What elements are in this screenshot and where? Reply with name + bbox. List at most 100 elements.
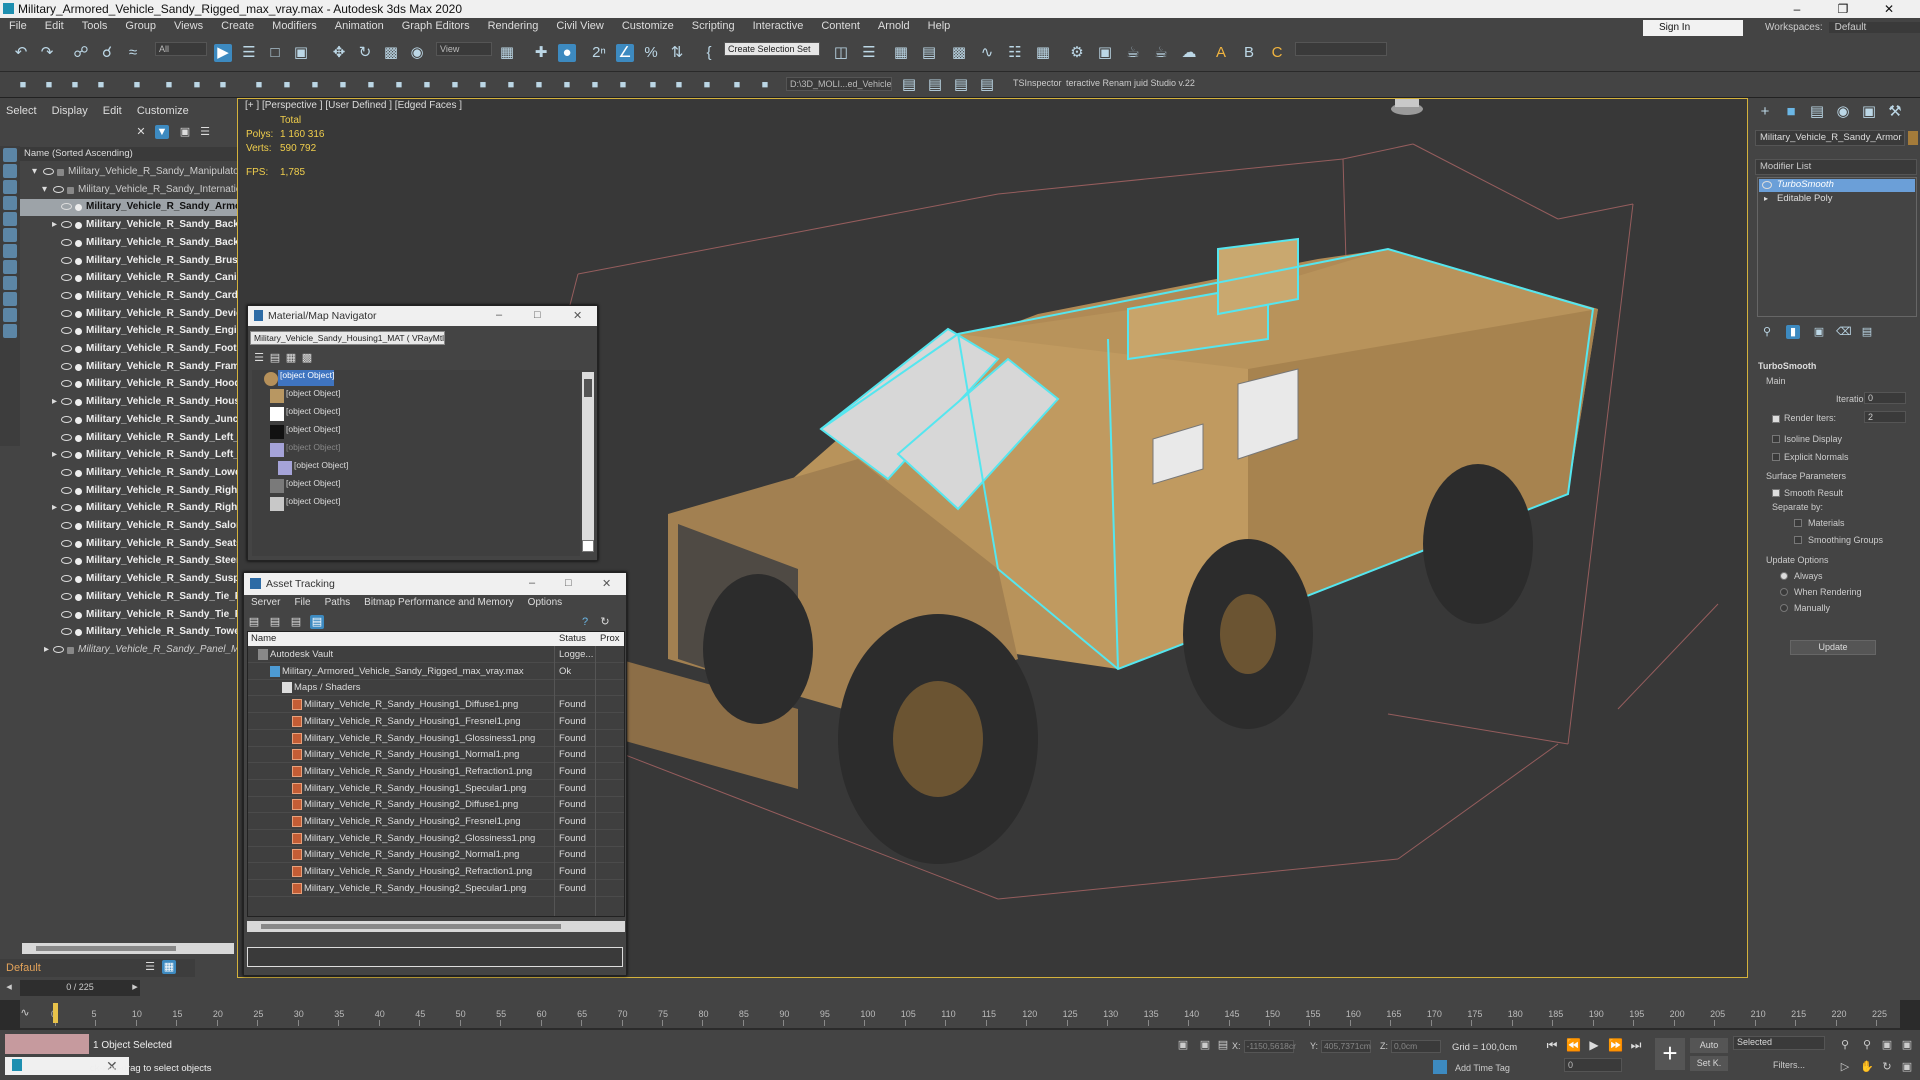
zoom-all-icon[interactable]: ⚲ (1860, 1038, 1874, 1052)
prev-frame-icon[interactable]: ◂ (2, 980, 16, 994)
orbit-icon[interactable]: ↻ (1880, 1060, 1894, 1074)
tool-icon[interactable]: ■ (392, 78, 406, 92)
rendered-frame-window-icon[interactable]: ▣ (1096, 44, 1114, 62)
view-list-icon[interactable]: ☰ (252, 351, 266, 365)
menu-interactive[interactable]: Interactive (744, 18, 813, 32)
layer-explorer-icon[interactable]: ▤ (920, 44, 938, 62)
visibility-eye-icon[interactable] (61, 451, 72, 459)
window-crossing-icon[interactable]: ▣ (292, 44, 310, 62)
scene-tree-item[interactable]: Military_Vehicle_R_Sandy_Suspen (20, 571, 237, 588)
scene-tree-item[interactable]: ▾ Military_Vehicle_R_Sandy_International_… (20, 182, 237, 199)
table-row[interactable]: Military_Armored_Vehicle_Sandy_Rigged_ma… (248, 664, 624, 680)
sign-in-dropdown[interactable]: Sign In (1643, 20, 1743, 36)
zoom-extents-icon[interactable]: ▣ (1880, 1038, 1894, 1052)
menu-content[interactable]: Content (812, 18, 869, 32)
tool-icon[interactable]: ■ (588, 78, 602, 92)
rotate-icon[interactable]: ↻ (356, 44, 374, 62)
tsinspector-button[interactable]: TSInspector (1013, 78, 1062, 88)
scene-tree-item[interactable]: Military_Vehicle_R_Sandy_Devices (20, 306, 237, 323)
tool-icon[interactable]: ■ (476, 78, 490, 92)
collapse-arrow-icon[interactable]: ▾ (42, 184, 47, 195)
scene-tree-item[interactable]: Military_Vehicle_R_Sandy_Right_D (20, 483, 237, 500)
track-bar[interactable]: 0510152025303540455055606570758085909510… (20, 1000, 1900, 1028)
tool-icon[interactable]: ■ (280, 78, 294, 92)
explicit-normals-checkbox[interactable] (1772, 453, 1780, 461)
utilities-tab-icon[interactable]: ⚒ (1886, 103, 1904, 121)
visibility-eye-icon[interactable] (61, 522, 72, 529)
previous-frame-icon[interactable]: ⏪ (1566, 1038, 1581, 1052)
selection-filter-dropdown[interactable]: All (155, 42, 207, 56)
layers-icon[interactable]: ☰ (143, 960, 157, 974)
visibility-eye-icon[interactable] (61, 592, 72, 600)
maximize-viewport-icon[interactable]: ▣ (1900, 1060, 1914, 1074)
material-tree-item[interactable]: [object Object] (286, 406, 340, 422)
visibility-eye-icon[interactable] (61, 433, 72, 441)
menu-create[interactable]: Create (212, 18, 263, 32)
named-selection-dropdown[interactable]: Create Selection Set (724, 42, 820, 56)
minimize-icon[interactable]: – (496, 309, 502, 321)
scrollbar-thumb[interactable] (584, 379, 592, 397)
visibility-eye-icon[interactable] (61, 539, 72, 547)
project-folder-icon[interactable]: ▤ (926, 76, 944, 94)
angle-snap-icon[interactable]: ∠ (616, 44, 634, 62)
tool-icon[interactable]: ■ (616, 78, 630, 92)
scene-tree-item[interactable]: Military_Vehicle_R_Sandy_Footres (20, 341, 237, 358)
render-iterative-icon[interactable]: ☕ (1152, 44, 1170, 62)
scene-tree-item[interactable]: Military_Vehicle_R_Sandy_Junctio (20, 412, 237, 429)
visibility-eye-icon[interactable] (53, 645, 64, 653)
menu-graph-editors[interactable]: Graph Editors (393, 18, 479, 32)
scene-tree-item[interactable]: ▾ Military_Vehicle_R_Sandy_Manipulator_Re… (20, 164, 237, 181)
remove-modifier-icon[interactable]: ⌫ (1836, 325, 1852, 339)
zoom-extents-all-icon[interactable]: ▣ (1900, 1038, 1914, 1052)
menu-bitmap-performance[interactable]: Bitmap Performance and Memory (364, 597, 514, 608)
visibility-eye-icon[interactable] (61, 345, 72, 352)
view-small-icons-icon[interactable]: ▦ (284, 351, 298, 365)
asset-path-input[interactable] (247, 947, 623, 967)
move-icon[interactable]: ✥ (330, 44, 348, 62)
hierarchy-tab-icon[interactable]: ▤ (1808, 103, 1826, 121)
scene-tree-item[interactable]: Military_Vehicle_R_Sandy_Left_Do (20, 430, 237, 447)
current-frame-field[interactable]: 0 (1564, 1058, 1622, 1072)
menu-tools[interactable]: Tools (73, 18, 117, 32)
table-row[interactable]: Military_Vehicle_R_Sandy_Housing1_Diffus… (248, 697, 624, 714)
tool-icon[interactable]: ■ (448, 78, 462, 92)
keyboard-shortcut-override-icon[interactable]: ● (558, 44, 576, 62)
workspace-value[interactable]: Default (1828, 22, 1920, 33)
table-row[interactable]: Military_Vehicle_R_Sandy_Housing2_Refrac… (248, 864, 624, 881)
maximize-icon[interactable]: □ (534, 309, 541, 321)
visibility-eye-icon[interactable] (61, 362, 72, 370)
curve-editor-icon[interactable]: ∿ (978, 44, 996, 62)
tool-icon[interactable]: ■ (308, 78, 322, 92)
renamer-button[interactable]: teractive Renam juid Studio v.22 (1066, 78, 1195, 88)
manually-radio[interactable] (1780, 604, 1788, 612)
table-row[interactable]: Military_Vehicle_R_Sandy_Housing1_Specul… (248, 781, 624, 797)
menu-paths[interactable]: Paths (325, 597, 351, 608)
scene-tree-item[interactable]: Military_Vehicle_R_Sandy_Seats (20, 536, 237, 553)
select-manipulate-icon[interactable]: ✚ (532, 44, 550, 62)
arnold-icon[interactable]: A (1212, 44, 1230, 62)
tool-icon[interactable]: ■ (672, 78, 686, 92)
next-frame-icon[interactable]: ⏩ (1608, 1038, 1623, 1052)
visibility-eye-icon[interactable] (61, 203, 72, 211)
placement-icon[interactable]: ◉ (408, 44, 426, 62)
filter-cameras-icon[interactable] (3, 196, 17, 210)
viewport-label[interactable]: [+ ] [Perspective ] [User Defined ] [Edg… (245, 100, 462, 111)
scene-tree-item[interactable]: Military_Vehicle_R_Sandy_Hood (20, 376, 237, 393)
visibility-eye-icon[interactable] (61, 575, 72, 583)
render-c-icon[interactable]: C (1268, 44, 1286, 62)
visibility-eye-icon[interactable] (61, 221, 72, 229)
table-row[interactable]: Military_Vehicle_R_Sandy_Housing1_Normal… (248, 747, 624, 764)
project-folder-icon[interactable]: ▤ (900, 76, 918, 94)
name-column-header[interactable]: Name (Sorted Ascending) (20, 147, 237, 161)
filter-groups-icon[interactable] (3, 244, 17, 258)
redo-icon[interactable]: ↷ (38, 44, 56, 62)
close-icon[interactable]: ✕ (134, 125, 148, 139)
help-icon[interactable]: ? (578, 615, 592, 629)
expand-arrow-icon[interactable]: ▸ (1764, 194, 1768, 203)
table-row[interactable]: Military_Vehicle_R_Sandy_Housing2_Glossi… (248, 831, 624, 847)
minimize-icon[interactable]: – (1774, 0, 1820, 18)
filter-spacewarps-icon[interactable] (3, 228, 17, 242)
set-key-icon[interactable]: + (1655, 1038, 1685, 1070)
time-slider[interactable]: 0 / 225 (20, 980, 140, 996)
rollout-title[interactable]: TurboSmooth (1758, 361, 1816, 371)
